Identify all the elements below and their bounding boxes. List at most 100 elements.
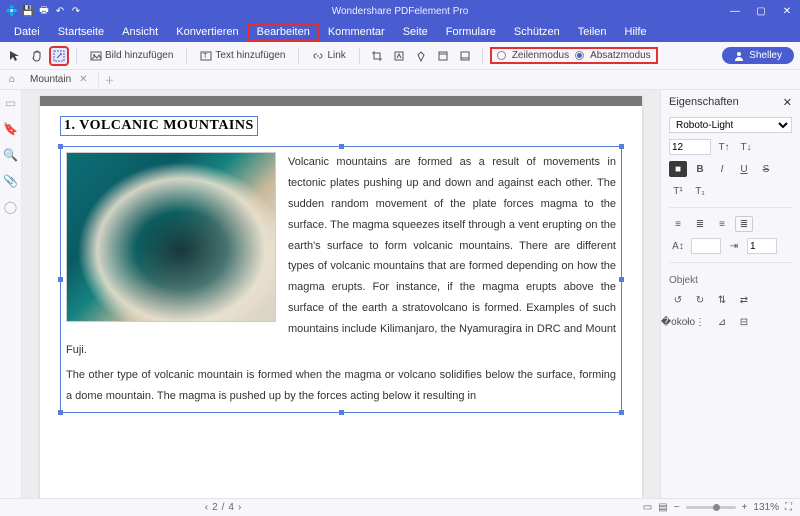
page-navigator: ‹ 2 / 4 › [205,502,242,513]
resize-handle[interactable] [58,277,63,282]
edit-tool-icon[interactable] [50,47,68,65]
link-button[interactable]: Link [307,48,350,64]
align-justify-icon[interactable]: ≣ [735,216,753,232]
select-tool-icon[interactable] [6,47,24,65]
menu-item-startseite[interactable]: Startseite [50,24,112,40]
watermark-icon[interactable] [390,47,408,65]
undo-icon[interactable]: ↶ [54,5,66,17]
menu-item-teilen[interactable]: Teilen [570,24,615,40]
close-button[interactable]: ✕ [774,0,800,22]
flip-horizontal-icon[interactable]: ⇄ [735,292,753,308]
flip-vertical-icon[interactable]: ⇅ [713,292,731,308]
edit-mode-group: Zeilenmodus Absatzmodus [491,48,657,63]
shrink-font-icon[interactable]: T↓ [737,139,755,155]
view-single-icon[interactable]: ▭ [643,502,652,513]
document-viewport[interactable]: 1. VOLCANIC MOUNTAINS Volcanic mountains… [22,90,660,498]
next-page-icon[interactable]: › [238,502,241,513]
save-icon[interactable]: 💾 [22,5,34,17]
zoom-slider[interactable] [686,506,736,509]
obj-align-left-icon[interactable]: �około [669,314,687,330]
search-icon[interactable]: 🔍 [3,148,18,162]
rotate-cw-icon[interactable]: ↻ [691,292,709,308]
resize-handle[interactable] [58,410,63,415]
hand-tool-icon[interactable] [28,47,46,65]
text-selection-box[interactable]: Volcanic mountains are formed as a resul… [60,146,622,413]
obj-align-center-icon[interactable]: ⋮ [691,314,709,330]
tab-mountain[interactable]: Mountain ✕ [20,72,99,87]
line-spacing-input[interactable] [691,238,721,254]
menu-item-kommentar[interactable]: Kommentar [320,24,393,40]
bookmarks-icon[interactable]: 🔖 [3,122,18,136]
strikethrough-icon[interactable]: S [757,161,775,177]
bold-icon[interactable]: B [691,161,709,177]
indent-icon[interactable]: ⇥ [725,238,743,254]
comments-icon[interactable]: ◯ [4,200,17,214]
main-area: ▭ 🔖 🔍 📎 ◯ 1. VOLCANIC MOUNTAINS Volcanic… [0,90,800,498]
minimize-button[interactable]: ― [722,0,748,22]
document-paragraph-2[interactable]: The other type of volcanic mountain is f… [66,361,616,407]
menu-item-formulare[interactable]: Formulare [438,24,504,40]
resize-handle[interactable] [619,277,624,282]
add-tab-button[interactable]: ＋ [99,72,121,87]
line-mode-radio[interactable] [497,51,506,60]
subscript-icon[interactable]: T₁ [691,183,709,199]
zoom-value: 131% [753,502,779,513]
font-family-select[interactable]: Roboto-Light [669,117,792,133]
resize-handle[interactable] [619,144,624,149]
align-center-icon[interactable]: ≣ [691,216,709,232]
toolbar: Bild hinzufügen T Text hinzufügen Link Z… [0,42,800,70]
menu-item-seite[interactable]: Seite [395,24,436,40]
font-size-input[interactable] [669,139,711,155]
underline-icon[interactable]: U [735,161,753,177]
print-icon[interactable]: 🖶 [38,5,50,17]
add-image-button[interactable]: Bild hinzufügen [85,48,178,64]
attachments-icon[interactable]: 📎 [3,174,18,188]
crop-icon[interactable] [368,47,386,65]
background-icon[interactable] [412,47,430,65]
menu-item-ansicht[interactable]: Ansicht [114,24,166,40]
menu-item-bearbeiten[interactable]: Bearbeiten [249,24,318,40]
add-text-button[interactable]: T Text hinzufügen [195,48,290,64]
view-continuous-icon[interactable]: ▤ [658,502,667,513]
window-controls: ― ▢ ✕ [722,0,800,22]
user-button[interactable]: Shelley [722,47,794,64]
header-footer-icon[interactable] [434,47,452,65]
menu-item-datei[interactable]: Datei [6,24,48,40]
grow-font-icon[interactable]: T↑ [715,139,733,155]
menubar: DateiStartseiteAnsichtKonvertierenBearbe… [0,22,800,42]
resize-handle[interactable] [58,144,63,149]
menu-item-schützen[interactable]: Schützen [506,24,568,40]
bates-icon[interactable] [456,47,474,65]
maximize-button[interactable]: ▢ [748,0,774,22]
redo-icon[interactable]: ↷ [70,5,82,17]
divider [186,48,187,64]
line-spacing-icon[interactable]: A↕ [669,238,687,254]
home-icon[interactable]: ⌂ [4,74,20,85]
obj-distribute-icon[interactable]: ⊟ [735,314,753,330]
menu-item-konvertieren[interactable]: Konvertieren [168,24,246,40]
align-left-icon[interactable]: ≡ [669,216,687,232]
rotate-ccw-icon[interactable]: ↺ [669,292,687,308]
document-image[interactable] [66,152,276,322]
indent-input[interactable] [747,238,777,254]
resize-handle[interactable] [339,144,344,149]
resize-handle[interactable] [619,410,624,415]
italic-icon[interactable]: I [713,161,731,177]
line-mode-label: Zeilenmodus [512,50,569,61]
menu-item-hilfe[interactable]: Hilfe [617,24,655,40]
divider [298,48,299,64]
fullscreen-icon[interactable]: ⛶ [785,502,792,513]
panel-close-icon[interactable]: ✕ [783,96,792,109]
prev-page-icon[interactable]: ‹ [205,502,208,513]
thumbnails-icon[interactable]: ▭ [5,96,16,110]
tab-close-icon[interactable]: ✕ [79,74,87,85]
document-heading[interactable]: 1. VOLCANIC MOUNTAINS [60,116,258,136]
obj-align-right-icon[interactable]: ⊿ [713,314,731,330]
zoom-in-icon[interactable]: + [742,502,748,513]
zoom-out-icon[interactable]: − [674,502,680,513]
superscript-icon[interactable]: T¹ [669,183,687,199]
font-color-icon[interactable]: ■ [669,161,687,177]
paragraph-mode-radio[interactable] [575,51,584,60]
align-right-icon[interactable]: ≡ [713,216,731,232]
resize-handle[interactable] [339,410,344,415]
